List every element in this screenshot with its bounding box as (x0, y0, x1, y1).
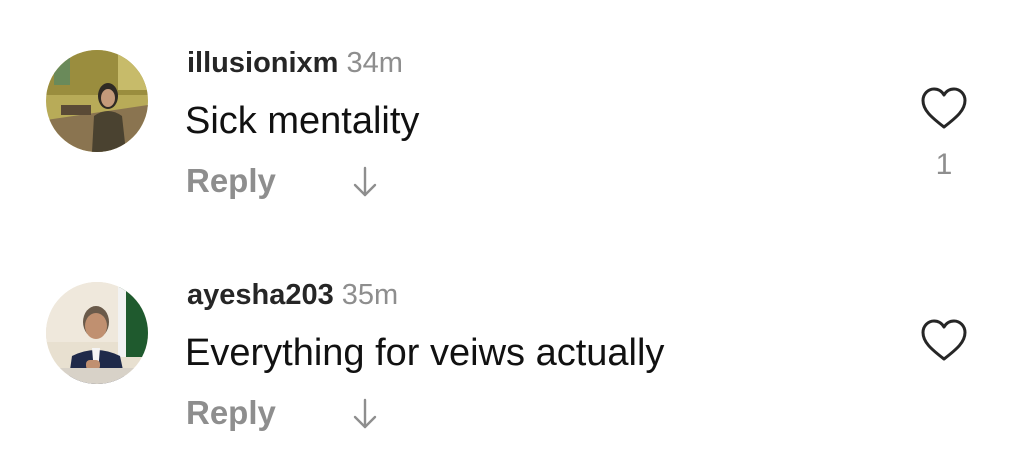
comment-meta: illusionixm 34m (187, 47, 403, 80)
heart-outline-icon[interactable] (919, 316, 969, 366)
username[interactable]: illusionixm (187, 47, 338, 79)
comment-meta: ayesha203 35m (187, 279, 398, 312)
arrow-down-icon[interactable] (350, 396, 380, 432)
reply-button[interactable]: Reply (186, 162, 276, 200)
avatar-image (46, 50, 148, 152)
comment-text: Sick mentality (185, 100, 420, 142)
heart-outline-icon[interactable] (919, 84, 969, 134)
comment-item: illusionixm 34m Sick mentality Reply 1 (0, 40, 1024, 230)
avatar-image (46, 282, 148, 384)
comment-text: Everything for veiws actually (185, 332, 665, 374)
avatar[interactable] (46, 282, 148, 384)
like-count: 1 (935, 148, 953, 181)
timestamp: 35m (341, 279, 399, 311)
timestamp: 34m (346, 47, 403, 79)
arrow-down-icon[interactable] (350, 164, 380, 200)
username[interactable]: ayesha203 (187, 279, 334, 311)
comment-item: ayesha203 35m Everything for veiws actual… (0, 272, 1024, 462)
avatar[interactable] (46, 50, 148, 152)
reply-button[interactable]: Reply (186, 394, 276, 432)
